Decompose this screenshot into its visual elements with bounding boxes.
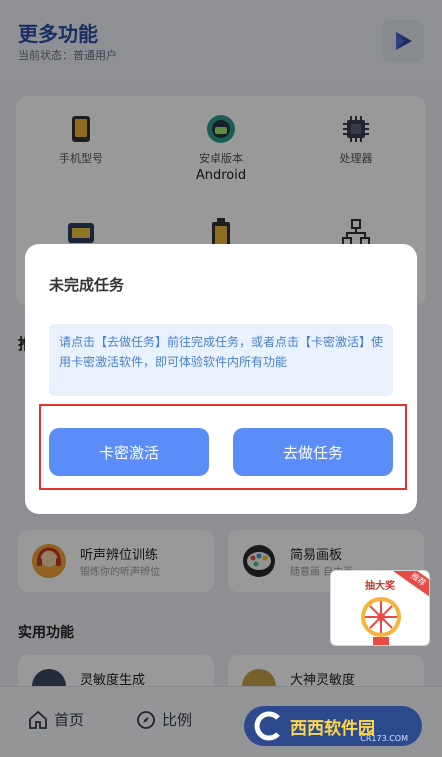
prize-wheel-icon xyxy=(361,597,401,645)
watermark-domain: CR173.COM xyxy=(360,734,408,743)
watermark-badge: 西西软件园 CR173.COM xyxy=(244,706,422,746)
do-task-button[interactable]: 去做任务 xyxy=(233,428,393,476)
task-incomplete-dialog: 未完成任务 请点击【去做任务】前往完成任务，或者点击【卡密激活】使用卡密激活软件… xyxy=(25,244,417,514)
dialog-message: 请点击【去做任务】前往完成任务，或者点击【卡密激活】使用卡密激活软件，即可体验软… xyxy=(49,324,393,396)
dialog-title: 未完成任务 xyxy=(49,276,125,294)
lucky-draw-widget[interactable]: 抽大奖 推荐 xyxy=(330,570,430,646)
logo-c-icon xyxy=(254,711,280,741)
activate-key-button[interactable]: 卡密激活 xyxy=(49,428,209,476)
